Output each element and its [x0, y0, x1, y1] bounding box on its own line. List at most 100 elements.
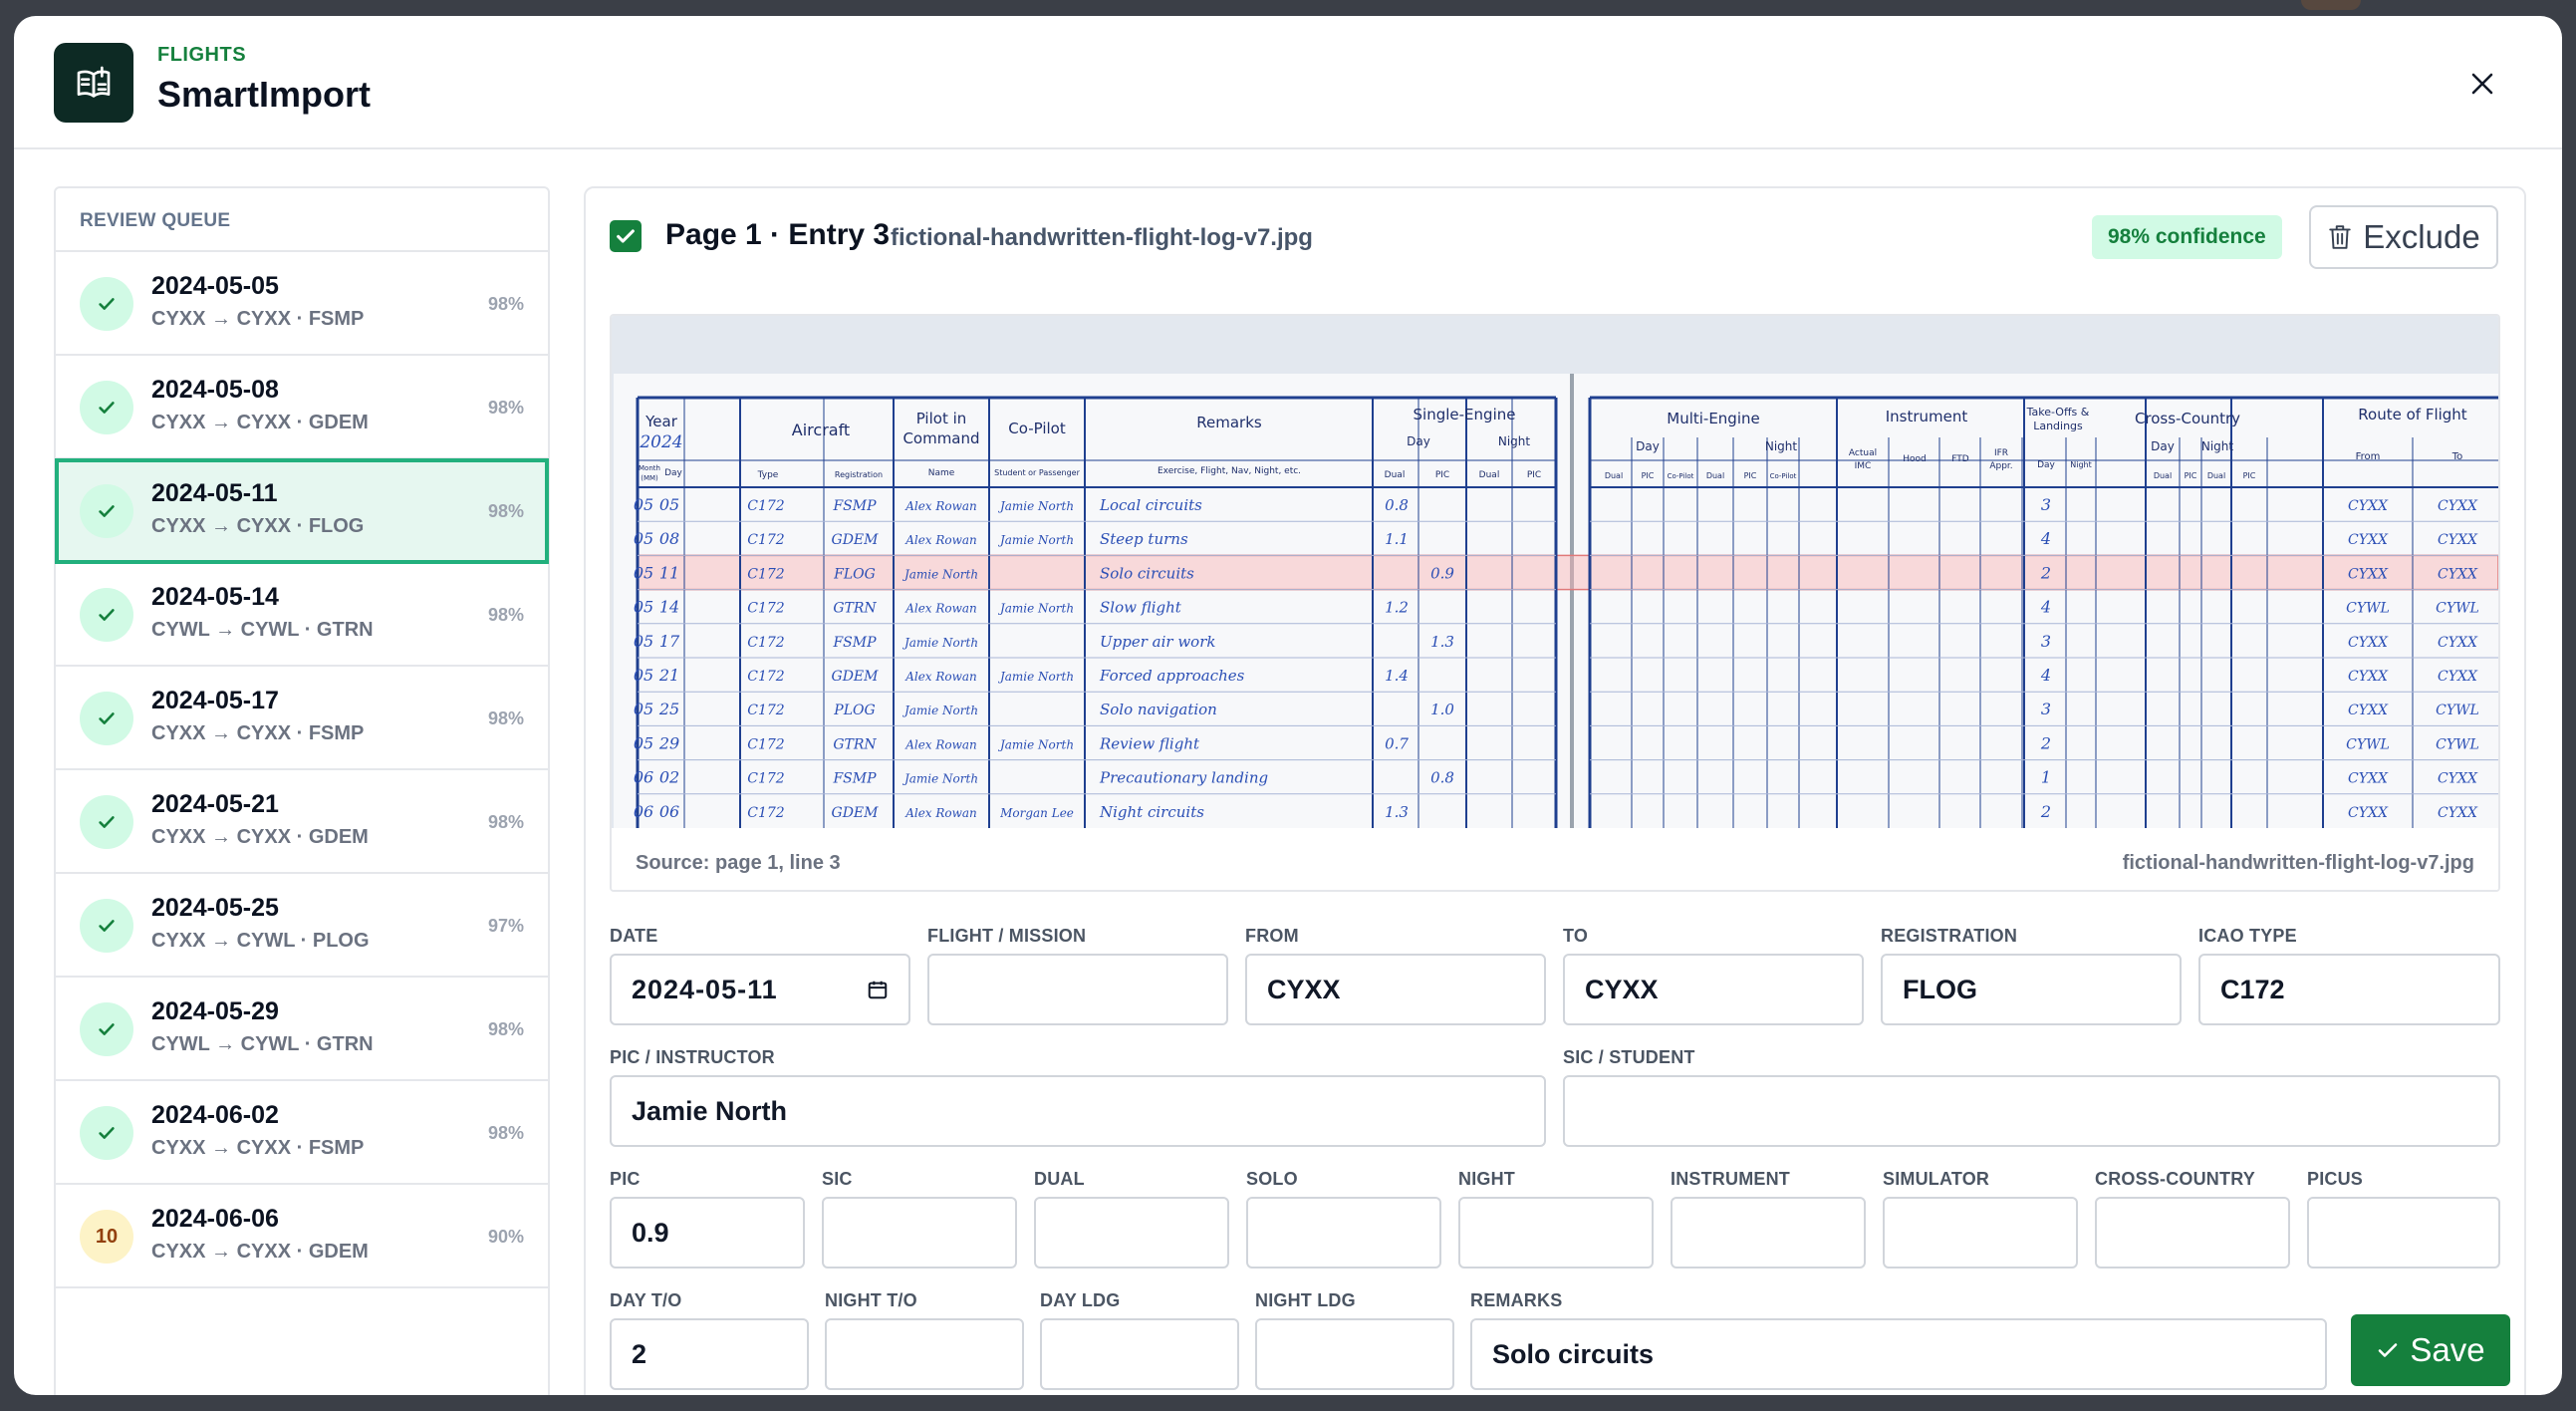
- header-cross-country: Cross-Country: [2135, 410, 2240, 427]
- queue-item[interactable]: 2024-05-29 CYWL → CYWL · GTRN 98%: [56, 978, 548, 1081]
- label-from: FROM: [1245, 926, 1299, 946]
- log-pic-name: Alex Rowan: [904, 602, 977, 616]
- from-field[interactable]: CYXX: [1245, 954, 1546, 1025]
- queue-item[interactable]: 10 2024-06-06 CYXX → CYXX · GDEM 90%: [56, 1185, 548, 1288]
- dual-time-field[interactable]: [1034, 1197, 1229, 1269]
- log-pic-time: 1.0: [1430, 701, 1454, 718]
- sic-time-field[interactable]: [822, 1197, 1017, 1269]
- day-landing-field[interactable]: [1040, 1318, 1239, 1390]
- log-registration: FSMP: [832, 771, 877, 787]
- queue-item[interactable]: 2024-05-25 CYXX → CYWL · PLOG 97%: [56, 874, 548, 978]
- log-copilot-name: Morgan Lee: [999, 806, 1074, 820]
- picus-time-field[interactable]: [2307, 1197, 2500, 1269]
- header-hood: Hood: [1903, 454, 1927, 464]
- page-title: SmartImport: [157, 74, 372, 115]
- header-to: To: [2451, 451, 2463, 462]
- solo-time-field[interactable]: [1246, 1197, 1441, 1269]
- log-registration: GDEM: [832, 532, 880, 548]
- trash-icon: [2329, 225, 2352, 249]
- status-check-badge: [80, 1106, 133, 1160]
- log-pic-name: Alex Rowan: [904, 806, 977, 820]
- queue-item[interactable]: 2024-05-17 CYXX → CYXX · FSMP 98%: [56, 667, 548, 770]
- status-check-badge: [80, 484, 133, 538]
- status-check-badge: [80, 692, 133, 745]
- log-day: 29: [658, 733, 679, 752]
- header-instrument: Instrument: [1886, 408, 1968, 425]
- modal-header: FLIGHTS SmartImport: [14, 16, 2562, 149]
- log-to: CYXX: [2438, 635, 2478, 651]
- date-value: 2024-05-11: [632, 974, 778, 1004]
- log-landings: 3: [2041, 495, 2051, 514]
- header-xc-day: Day: [2151, 439, 2175, 453]
- night-landing-field[interactable]: [1255, 1318, 1454, 1390]
- header-remarks-sub: Exercise, Flight, Nav, Night, etc.: [1158, 466, 1301, 476]
- night-takeoff-field[interactable]: [825, 1318, 1024, 1390]
- log-month: 06: [634, 768, 653, 787]
- exclude-label: Exclude: [2363, 218, 2480, 255]
- header-xc-dual: Dual: [2154, 471, 2172, 480]
- label-remarks: REMARKS: [1470, 1290, 1563, 1310]
- pic-time-field[interactable]: 0.9: [610, 1197, 805, 1269]
- day-takeoff-field[interactable]: 2: [610, 1318, 809, 1390]
- pic-instructor-field[interactable]: Jamie North: [610, 1075, 1546, 1147]
- log-type: C172: [747, 703, 785, 718]
- instrument-time-field[interactable]: [1671, 1197, 1866, 1269]
- queue-item[interactable]: 2024-05-14 CYWL → CYWL · GTRN 98%: [56, 563, 548, 667]
- log-pic-time: 0.9: [1430, 564, 1454, 582]
- include-checkbox[interactable]: [610, 220, 642, 252]
- log-remarks: Solo navigation: [1100, 701, 1217, 718]
- header-appr: Appr.: [1989, 461, 2012, 471]
- queue-item[interactable]: 2024-05-05 CYXX → CYXX · FSMP 98%: [56, 252, 548, 356]
- log-month: 05: [634, 529, 653, 548]
- log-day: 06: [659, 802, 679, 821]
- log-remarks: Night circuits: [1099, 803, 1204, 821]
- log-from: CYXX: [2348, 771, 2389, 787]
- log-day: 21: [658, 666, 679, 685]
- queue-item[interactable]: 2024-05-21 CYXX → CYXX · GDEM 98%: [56, 770, 548, 874]
- save-button[interactable]: Save: [2351, 1314, 2510, 1386]
- log-month: 05: [634, 733, 653, 752]
- log-month: 05: [634, 666, 653, 685]
- date-field[interactable]: 2024-05-11: [610, 954, 910, 1025]
- queue-item[interactable]: 2024-06-02 CYXX → CYXX · FSMP 98%: [56, 1081, 548, 1185]
- entry-title: Page 1 · Entry 3: [665, 218, 891, 251]
- remarks-field[interactable]: Solo circuits: [1470, 1318, 2327, 1390]
- queue-item-route: CYXX → CYXX · GDEM: [151, 412, 369, 433]
- queue-item-confidence: 98%: [487, 1019, 524, 1039]
- log-from: CYXX: [2348, 805, 2389, 821]
- sic-student-field[interactable]: [1563, 1075, 2500, 1147]
- log-dual: 0.7: [1385, 734, 1409, 752]
- queue-item-confidence: 98%: [487, 812, 524, 832]
- mission-field[interactable]: [927, 954, 1228, 1025]
- night-time-field[interactable]: [1458, 1197, 1654, 1269]
- log-day: 05: [659, 495, 679, 514]
- check-icon: [99, 1023, 115, 1035]
- close-button[interactable]: [2462, 64, 2502, 104]
- check-icon: [99, 1127, 115, 1139]
- queue-item-route: CYXX → CYXX · FLOG: [151, 515, 365, 537]
- queue-item-date: 2024-05-11: [151, 479, 278, 507]
- log-to: CYXX: [2438, 771, 2478, 787]
- log-remarks: Slow flight: [1100, 599, 1182, 617]
- header-me-dual: Dual: [1605, 471, 1623, 480]
- header-pic-night: PIC: [1527, 470, 1541, 480]
- icao-type-field[interactable]: C172: [2198, 954, 2500, 1025]
- header-student: Student or Passenger: [994, 468, 1080, 477]
- log-landings: 2: [2040, 563, 2051, 582]
- queue-item[interactable]: 2024-05-11 CYXX → CYXX · FLOG 98%: [55, 458, 549, 564]
- cross-country-field[interactable]: [2095, 1197, 2290, 1269]
- log-day: 25: [658, 700, 679, 718]
- queue-item-route: CYXX → CYXX · GDEM: [151, 826, 369, 848]
- queue-item-route: CYWL → CYWL · GTRN: [151, 619, 374, 641]
- log-to: CYXX: [2438, 669, 2478, 685]
- simulator-time-field[interactable]: [1883, 1197, 2078, 1269]
- exclude-button[interactable]: Exclude: [2309, 205, 2498, 269]
- queue-item[interactable]: 2024-05-08 CYXX → CYXX · GDEM 98%: [56, 356, 548, 459]
- header-month: Month: [639, 464, 660, 472]
- check-icon: [99, 816, 115, 828]
- registration-field[interactable]: FLOG: [1881, 954, 2182, 1025]
- logbook-image-preview: Year 2024 Aircraft Pilot in Command Co-Pilot R…: [610, 314, 2500, 892]
- queue-item-date: 2024-05-21: [151, 790, 279, 818]
- log-copilot-name: Jamie North: [997, 737, 1074, 751]
- to-field[interactable]: CYXX: [1563, 954, 1864, 1025]
